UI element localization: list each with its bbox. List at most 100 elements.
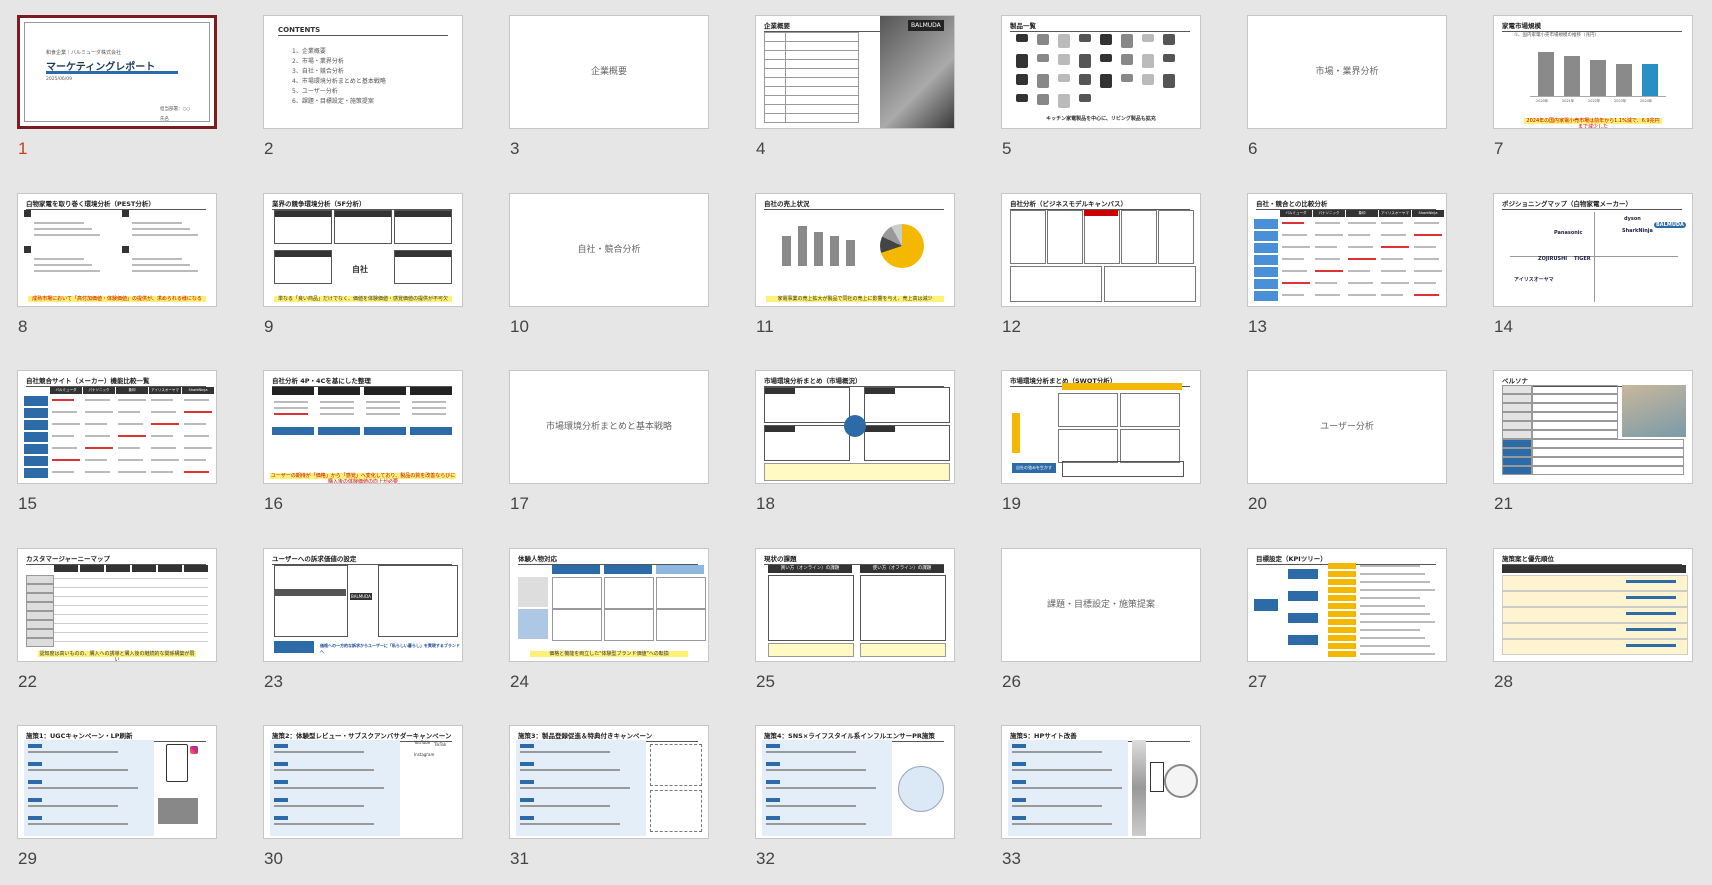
section-tag	[766, 762, 780, 766]
product-image	[1121, 34, 1133, 48]
pie-chart	[880, 224, 924, 268]
report-date: 2025/06/09	[46, 77, 72, 82]
slide-thumbnail-2[interactable]: CONTENTS 1、企業概要 2、市場・業界分析 3、自社・競合分析 4、市場環境分析…	[263, 15, 463, 175]
cell-text	[1414, 222, 1439, 224]
slide-thumbnail-6[interactable]: 市場・業界分析 6	[1247, 15, 1447, 175]
row-header	[24, 456, 48, 466]
slide-thumbnail-20[interactable]: ユーザー分析 20	[1247, 370, 1447, 530]
section-tag	[274, 816, 288, 820]
row-line	[54, 641, 208, 642]
section-text	[1012, 751, 1102, 753]
slide-thumbnail-19[interactable]: 市場環境分析まとめ（SWOT分析） 自社の強みを生かす 19	[1001, 370, 1201, 530]
cell-text	[52, 399, 74, 401]
slide-thumbnail-13[interactable]: 自社・競合との比較分析 バルミューダ パナソニック 象印 アイリスオーヤマ SharkNi…	[1247, 193, 1447, 353]
slide-preview: CONTENTS 1、企業概要 2、市場・業界分析 3、自社・競合分析 4、市場環境分析…	[263, 15, 463, 129]
row-header	[24, 444, 48, 454]
swot-header	[1062, 383, 1182, 390]
right-head: 使い方（オフライン）の課題	[860, 565, 944, 573]
text-line	[412, 407, 446, 409]
leaf-node	[1328, 635, 1356, 641]
cell-text	[151, 423, 179, 425]
chart-title: ①、国内家電小売市場規模の推移（兆円）	[1514, 33, 1600, 38]
slide-thumbnail-31[interactable]: 施策3：製品登録促進＆特典付きキャンペーン 31	[509, 725, 709, 885]
stars	[1626, 596, 1676, 599]
cell-text	[1348, 246, 1373, 248]
slide-thumbnail-1[interactable]: 和食企業｜バルミューダ株式会社 マーケティングレポート 2025/06/09 担当部署…	[17, 15, 217, 175]
slide-preview: 市場・業界分析	[1247, 15, 1447, 129]
swot-cell	[1120, 393, 1180, 427]
slide-number: 8	[18, 317, 28, 336]
section-tag	[28, 744, 42, 748]
slide-preview: ポジショニングマップ（白物家電メーカー） dyson BALMUDA Panasoni…	[1493, 193, 1693, 307]
center-label: 自社	[352, 265, 368, 274]
row-head	[518, 577, 548, 607]
slide-thumbnail-32[interactable]: 施策4：SNS×ライフスタイル系インフルエンサーPR施策 32	[755, 725, 955, 885]
slide-thumbnail-4[interactable]: 企業概要 BALMUDA 4	[755, 15, 955, 175]
slide-thumbnail-30[interactable]: 施策2：体験型レビュー・サブスクアンバサダーキャンペーン YouTube TikTo…	[263, 725, 463, 885]
slide-thumbnail-9[interactable]: 業界の競争環境分析（5F分析） 自社 単なる「良い商品」だけでなく、価値を体験価値・…	[263, 193, 463, 353]
slide-preview: ペルソナ	[1493, 370, 1693, 484]
pest-letter	[122, 210, 129, 217]
slide-thumbnail-18[interactable]: 市場環境分析まとめ（市場概況） 18	[755, 370, 955, 530]
cell-text	[85, 471, 110, 473]
persona-key	[1502, 403, 1532, 412]
canvas-highlight	[1084, 210, 1118, 216]
force-box	[274, 250, 332, 284]
slide-thumbnail-15[interactable]: 自社競合サイト（メーカー）機能比較一覧 バルミューダ パナソニック 象印 アイリスオーヤ…	[17, 370, 217, 530]
cell-text	[184, 423, 206, 425]
leaf-text	[1360, 637, 1425, 639]
summary-head	[765, 388, 795, 394]
summary-head	[865, 426, 895, 432]
cell-text	[184, 471, 209, 473]
stage-head	[106, 565, 130, 572]
slide-content: 製品一覧 キッチン家電製品を中心に、リビング製品も拡充	[1002, 16, 1200, 128]
section-tag	[28, 816, 42, 820]
slide-thumbnail-5[interactable]: 製品一覧 キッチン家電製品を中心に、リビング製品も拡充 5	[1001, 15, 1201, 175]
slide-thumbnail-33[interactable]: 施策5：HPサイト改善 33	[1001, 725, 1201, 885]
slide-thumbnail-16[interactable]: 自社分析 4P・4Cを基にした整理 ユーザーの期待が「価格」から「感覚」へ変化して…	[263, 370, 463, 530]
slide-number: 21	[1494, 494, 1513, 513]
caption: 2024年の国内家電小売市場は前年から1.1%減で、6.9兆円まで減少した	[1524, 118, 1662, 128]
cell-text	[1381, 222, 1403, 224]
slide-preview: 製品一覧 キッチン家電製品を中心に、リビング製品も拡充	[1001, 15, 1201, 129]
slide-content: 現状の課題 買い方（オンライン）の課題 使い方（オフライン）の課題	[756, 549, 954, 661]
cell-text	[1315, 270, 1343, 272]
x-axis	[1530, 96, 1666, 97]
pest-box	[24, 246, 114, 278]
slide-preview: カスタマージャーニーマップ 認知度は高いものの、購入への誘導と購入後の継続的な関係…	[17, 548, 217, 662]
slide-thumbnail-21[interactable]: ペルソナ 21	[1493, 370, 1693, 530]
slide-title: 市場環境分析まとめ（市場概況）	[764, 375, 944, 387]
leaf-node	[1328, 571, 1356, 577]
slide-thumbnail-7[interactable]: 家電市場規模 ①、国内家電小売市場規模の推移（兆円） 2020年 2021年 2022年…	[1493, 15, 1693, 175]
slide-title: 業界の競争環境分析（5F分析）	[272, 198, 452, 210]
slide-preview: 企業概要	[509, 15, 709, 129]
slide-thumbnail-28[interactable]: 施策案と優先順位 28	[1493, 548, 1693, 708]
slide-thumbnail-25[interactable]: 現状の課題 買い方（オンライン）の課題 使い方（オフライン）の課題 25	[755, 548, 955, 708]
slide-preview: 家電市場規模 ①、国内家電小売市場規模の推移（兆円） 2020年 2021年 2022年…	[1493, 15, 1693, 129]
slide-thumbnail-29[interactable]: 施策1：UGCキャンペーン・LP刷新 29	[17, 725, 217, 885]
slide-thumbnail-8[interactable]: 白物家電を取り巻く環境分析（PEST分析） 成熟市場において「高付加価値・体験価値…	[17, 193, 217, 353]
slide-thumbnail-11[interactable]: 自社の売上状況 家電事業の売上拡大が製品で同社の売上に影響を与え、売上高は減少 11	[755, 193, 955, 353]
slide-thumbnail-27[interactable]: 目標設定（KPIツリー） 27	[1247, 548, 1447, 708]
slide-thumbnail-14[interactable]: ポジショニングマップ（白物家電メーカー） dyson BALMUDA Panasoni…	[1493, 193, 1693, 353]
section-tag	[766, 744, 780, 748]
caption: 価格への一方的な訴求からユーザーに「私らしい暮らし」を実現するブランドへ	[320, 643, 460, 654]
table-row	[1502, 623, 1688, 639]
row-label	[26, 620, 54, 629]
text-line	[132, 270, 198, 272]
persona-val	[1532, 439, 1684, 448]
slide-thumbnail-10[interactable]: 自社・競合分析 10	[509, 193, 709, 353]
leaf-node	[1328, 611, 1356, 617]
slide-thumbnail-23[interactable]: ユーザーへの訴求価値の設定 BALMUDA 価格への一方的な訴求からユーザーに「私ら…	[263, 548, 463, 708]
bar	[782, 236, 791, 266]
slide-thumbnail-3[interactable]: 企業概要 3	[509, 15, 709, 175]
slide-thumbnail-12[interactable]: 自社分析（ビジネスモデルキャンバス） 12	[1001, 193, 1201, 353]
slide-thumbnail-24[interactable]: 体験人物対応 価格と機能を両立した"体験型ブランド価値"への転換 24	[509, 548, 709, 708]
slide-thumbnail-22[interactable]: カスタマージャーニーマップ 認知度は高いものの、購入への誘導と購入後の継続的な関係…	[17, 548, 217, 708]
section-tag	[1012, 798, 1026, 802]
slide-thumbnail-17[interactable]: 市場環境分析まとめと基本戦略 17	[509, 370, 709, 530]
bar	[814, 232, 823, 266]
slide-thumbnail-26[interactable]: 課題・目標設定・施策提案 26	[1001, 548, 1201, 708]
cell-text	[1348, 282, 1373, 284]
header-4c	[410, 427, 452, 435]
